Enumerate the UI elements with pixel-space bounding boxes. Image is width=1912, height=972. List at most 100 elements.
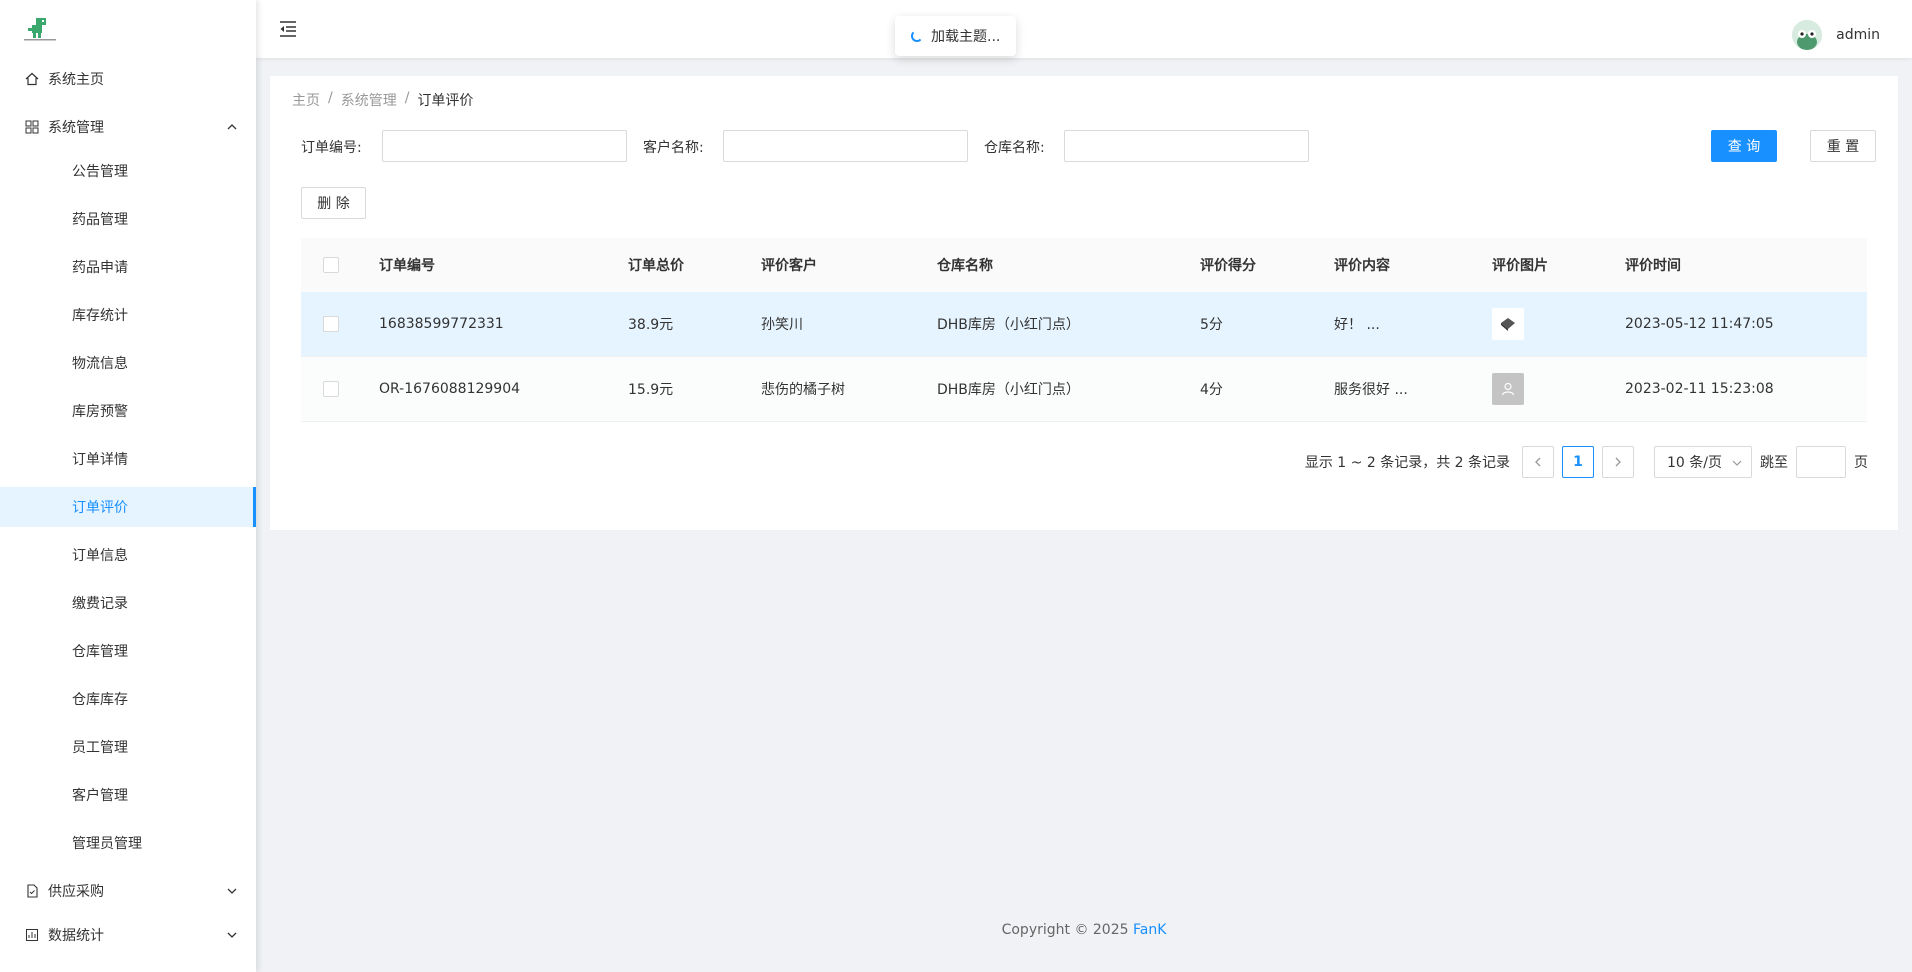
sidebar-item-label: 缴费记录: [72, 596, 128, 612]
cell-score: 4分: [1200, 382, 1223, 398]
username: admin: [1836, 27, 1880, 43]
copyright-text: Copyright © 2025: [1001, 922, 1133, 938]
menu-fold-icon[interactable]: [278, 19, 298, 39]
row-select-cell: [323, 357, 339, 421]
avatar: [1792, 20, 1823, 50]
cell-image: [1492, 357, 1524, 421]
breadcrumb: 主页 / 系统管理 / 订单评价: [292, 90, 473, 110]
column-header-image: 评价图片: [1492, 258, 1548, 274]
chevron-down-icon: [227, 888, 237, 894]
column-header-warehouse: 仓库名称: [937, 258, 993, 274]
sidebar-item-supply-purchase[interactable]: 供应采购: [0, 867, 256, 915]
sidebar-item-label: 药品申请: [72, 260, 128, 276]
page-1-button[interactable]: 1: [1562, 446, 1594, 478]
column-header-score: 评价得分: [1200, 258, 1256, 274]
home-icon: [24, 71, 40, 87]
order-no-input[interactable]: [382, 130, 627, 162]
page-unit-label: 页: [1854, 455, 1868, 471]
sidebar-item-order-review[interactable]: 订单评价: [0, 487, 256, 527]
select-all-cell: [323, 238, 339, 292]
sidebar-item-admin-management[interactable]: 管理员管理: [0, 819, 256, 867]
pagination-total: 显示 1 ~ 2 条记录，共 2 条记录: [1304, 455, 1510, 471]
dinosaur-logo-icon: [24, 18, 56, 41]
cell-total: 15.9元: [628, 382, 674, 398]
sidebar-item-order-info[interactable]: 订单信息: [0, 531, 256, 579]
review-image-thumbnail[interactable]: [1492, 308, 1524, 340]
loading-toast: 加载主题...: [895, 16, 1017, 56]
table-header: 订单编号 订单总价 评价客户 仓库名称 评价得分 评价内容 评价图片 评价时间: [301, 238, 1867, 292]
page-size-value: 10 条/页: [1667, 455, 1722, 471]
sidebar-item-label: 员工管理: [72, 740, 128, 756]
jump-page-input[interactable]: [1796, 446, 1846, 478]
breadcrumb-home[interactable]: 主页: [292, 90, 320, 110]
sidebar-item-drug-application[interactable]: 药品申请: [0, 243, 256, 291]
chevron-down-icon: [1732, 460, 1742, 466]
sidebar-item-label: 客户管理: [72, 788, 128, 804]
sidebar-item-label: 仓库管理: [72, 644, 128, 660]
footer-brand-link[interactable]: FanK: [1133, 922, 1166, 938]
page-size-select[interactable]: 10 条/页: [1654, 446, 1752, 478]
sidebar-item-label: 系统管理: [48, 120, 104, 136]
sidebar-item-stock-stats[interactable]: 库存统计: [0, 291, 256, 339]
sidebar-item-staff-management[interactable]: 员工管理: [0, 723, 256, 771]
cell-warehouse: DHB库房（小红门点）: [937, 382, 1080, 398]
sidebar-item-label: 数据统计: [48, 928, 104, 944]
logo: [0, 0, 256, 58]
next-page-button[interactable]: [1602, 446, 1634, 478]
pagination: 显示 1 ~ 2 条记录，共 2 条记录 1 10 条/页 跳至 页: [1305, 446, 1868, 478]
column-header-time: 评价时间: [1625, 258, 1681, 274]
row-select-cell: [323, 292, 339, 356]
cell-score: 5分: [1200, 317, 1223, 333]
cell-customer: 孙笑川: [761, 317, 803, 333]
sidebar-item-label: 订单信息: [72, 548, 128, 564]
cell-warehouse: DHB库房（小红门点）: [937, 317, 1080, 333]
sidebar-item-order-detail[interactable]: 订单详情: [0, 435, 256, 483]
sidebar-item-announcement[interactable]: 公告管理: [0, 147, 256, 195]
product-photo-icon: [1501, 318, 1515, 331]
user-placeholder-icon: [1501, 382, 1515, 396]
column-header-order-no: 订单编号: [379, 258, 435, 274]
customer-name-input[interactable]: [723, 130, 968, 162]
review-image-thumbnail[interactable]: [1492, 373, 1524, 405]
sidebar-item-payment-records[interactable]: 缴费记录: [0, 579, 256, 627]
sidebar-item-label: 仓库库存: [72, 692, 128, 708]
user-menu[interactable]: admin: [1792, 20, 1880, 50]
prev-page-button[interactable]: [1522, 446, 1554, 478]
column-header-total: 订单总价: [628, 258, 684, 274]
query-button[interactable]: 查 询: [1711, 130, 1777, 162]
sidebar-item-label: 系统主页: [48, 72, 104, 88]
cell-total: 38.9元: [628, 317, 674, 333]
select-all-checkbox[interactable]: [323, 257, 339, 273]
row-checkbox[interactable]: [323, 316, 339, 332]
row-checkbox[interactable]: [323, 381, 339, 397]
reset-button[interactable]: 重 置: [1810, 130, 1876, 162]
breadcrumb-current: 订单评价: [417, 93, 474, 109]
sidebar-item-system-management[interactable]: 系统管理: [0, 103, 256, 151]
footer: Copyright © 2025 FanK: [256, 922, 1912, 938]
breadcrumb-system[interactable]: 系统管理: [341, 90, 397, 110]
file-icon: [24, 883, 40, 899]
sidebar-item-logistics[interactable]: 物流信息: [0, 339, 256, 387]
warehouse-name-input[interactable]: [1064, 130, 1309, 162]
sidebar-item-warehouse-alert[interactable]: 库房预警: [0, 387, 256, 435]
jump-label: 跳至: [1760, 455, 1788, 471]
sidebar-item-label: 订单详情: [72, 452, 128, 468]
warehouse-name-label: 仓库名称:: [984, 140, 1045, 156]
table-row[interactable]: OR-1676088129904 15.9元 悲伤的橘子树 DHB库房（小红门点…: [301, 357, 1867, 422]
breadcrumb-separator: /: [404, 90, 410, 106]
sidebar-item-home[interactable]: 系统主页: [0, 55, 256, 103]
chevron-left-icon: [1535, 457, 1541, 467]
loading-text: 加载主题...: [931, 29, 1001, 45]
sidebar-item-label: 物流信息: [72, 356, 128, 372]
column-header-customer: 评价客户: [761, 258, 817, 274]
sidebar-item-warehouse-management[interactable]: 仓库管理: [0, 627, 256, 675]
sidebar-item-label: 库房预警: [72, 404, 128, 420]
table-row[interactable]: 16838599772331 38.9元 孙笑川 DHB库房（小红门点） 5分 …: [301, 292, 1867, 357]
review-table: 订单编号 订单总价 评价客户 仓库名称 评价得分 评价内容 评价图片 评价时间 …: [301, 238, 1867, 422]
cell-order-no: 16838599772331: [379, 316, 504, 332]
delete-button[interactable]: 删 除: [301, 187, 366, 219]
sidebar-item-data-stats[interactable]: 数据统计: [0, 911, 256, 959]
sidebar-item-warehouse-stock[interactable]: 仓库库存: [0, 675, 256, 723]
sidebar-item-customer-management[interactable]: 客户管理: [0, 771, 256, 819]
sidebar-item-drug-management[interactable]: 药品管理: [0, 195, 256, 243]
